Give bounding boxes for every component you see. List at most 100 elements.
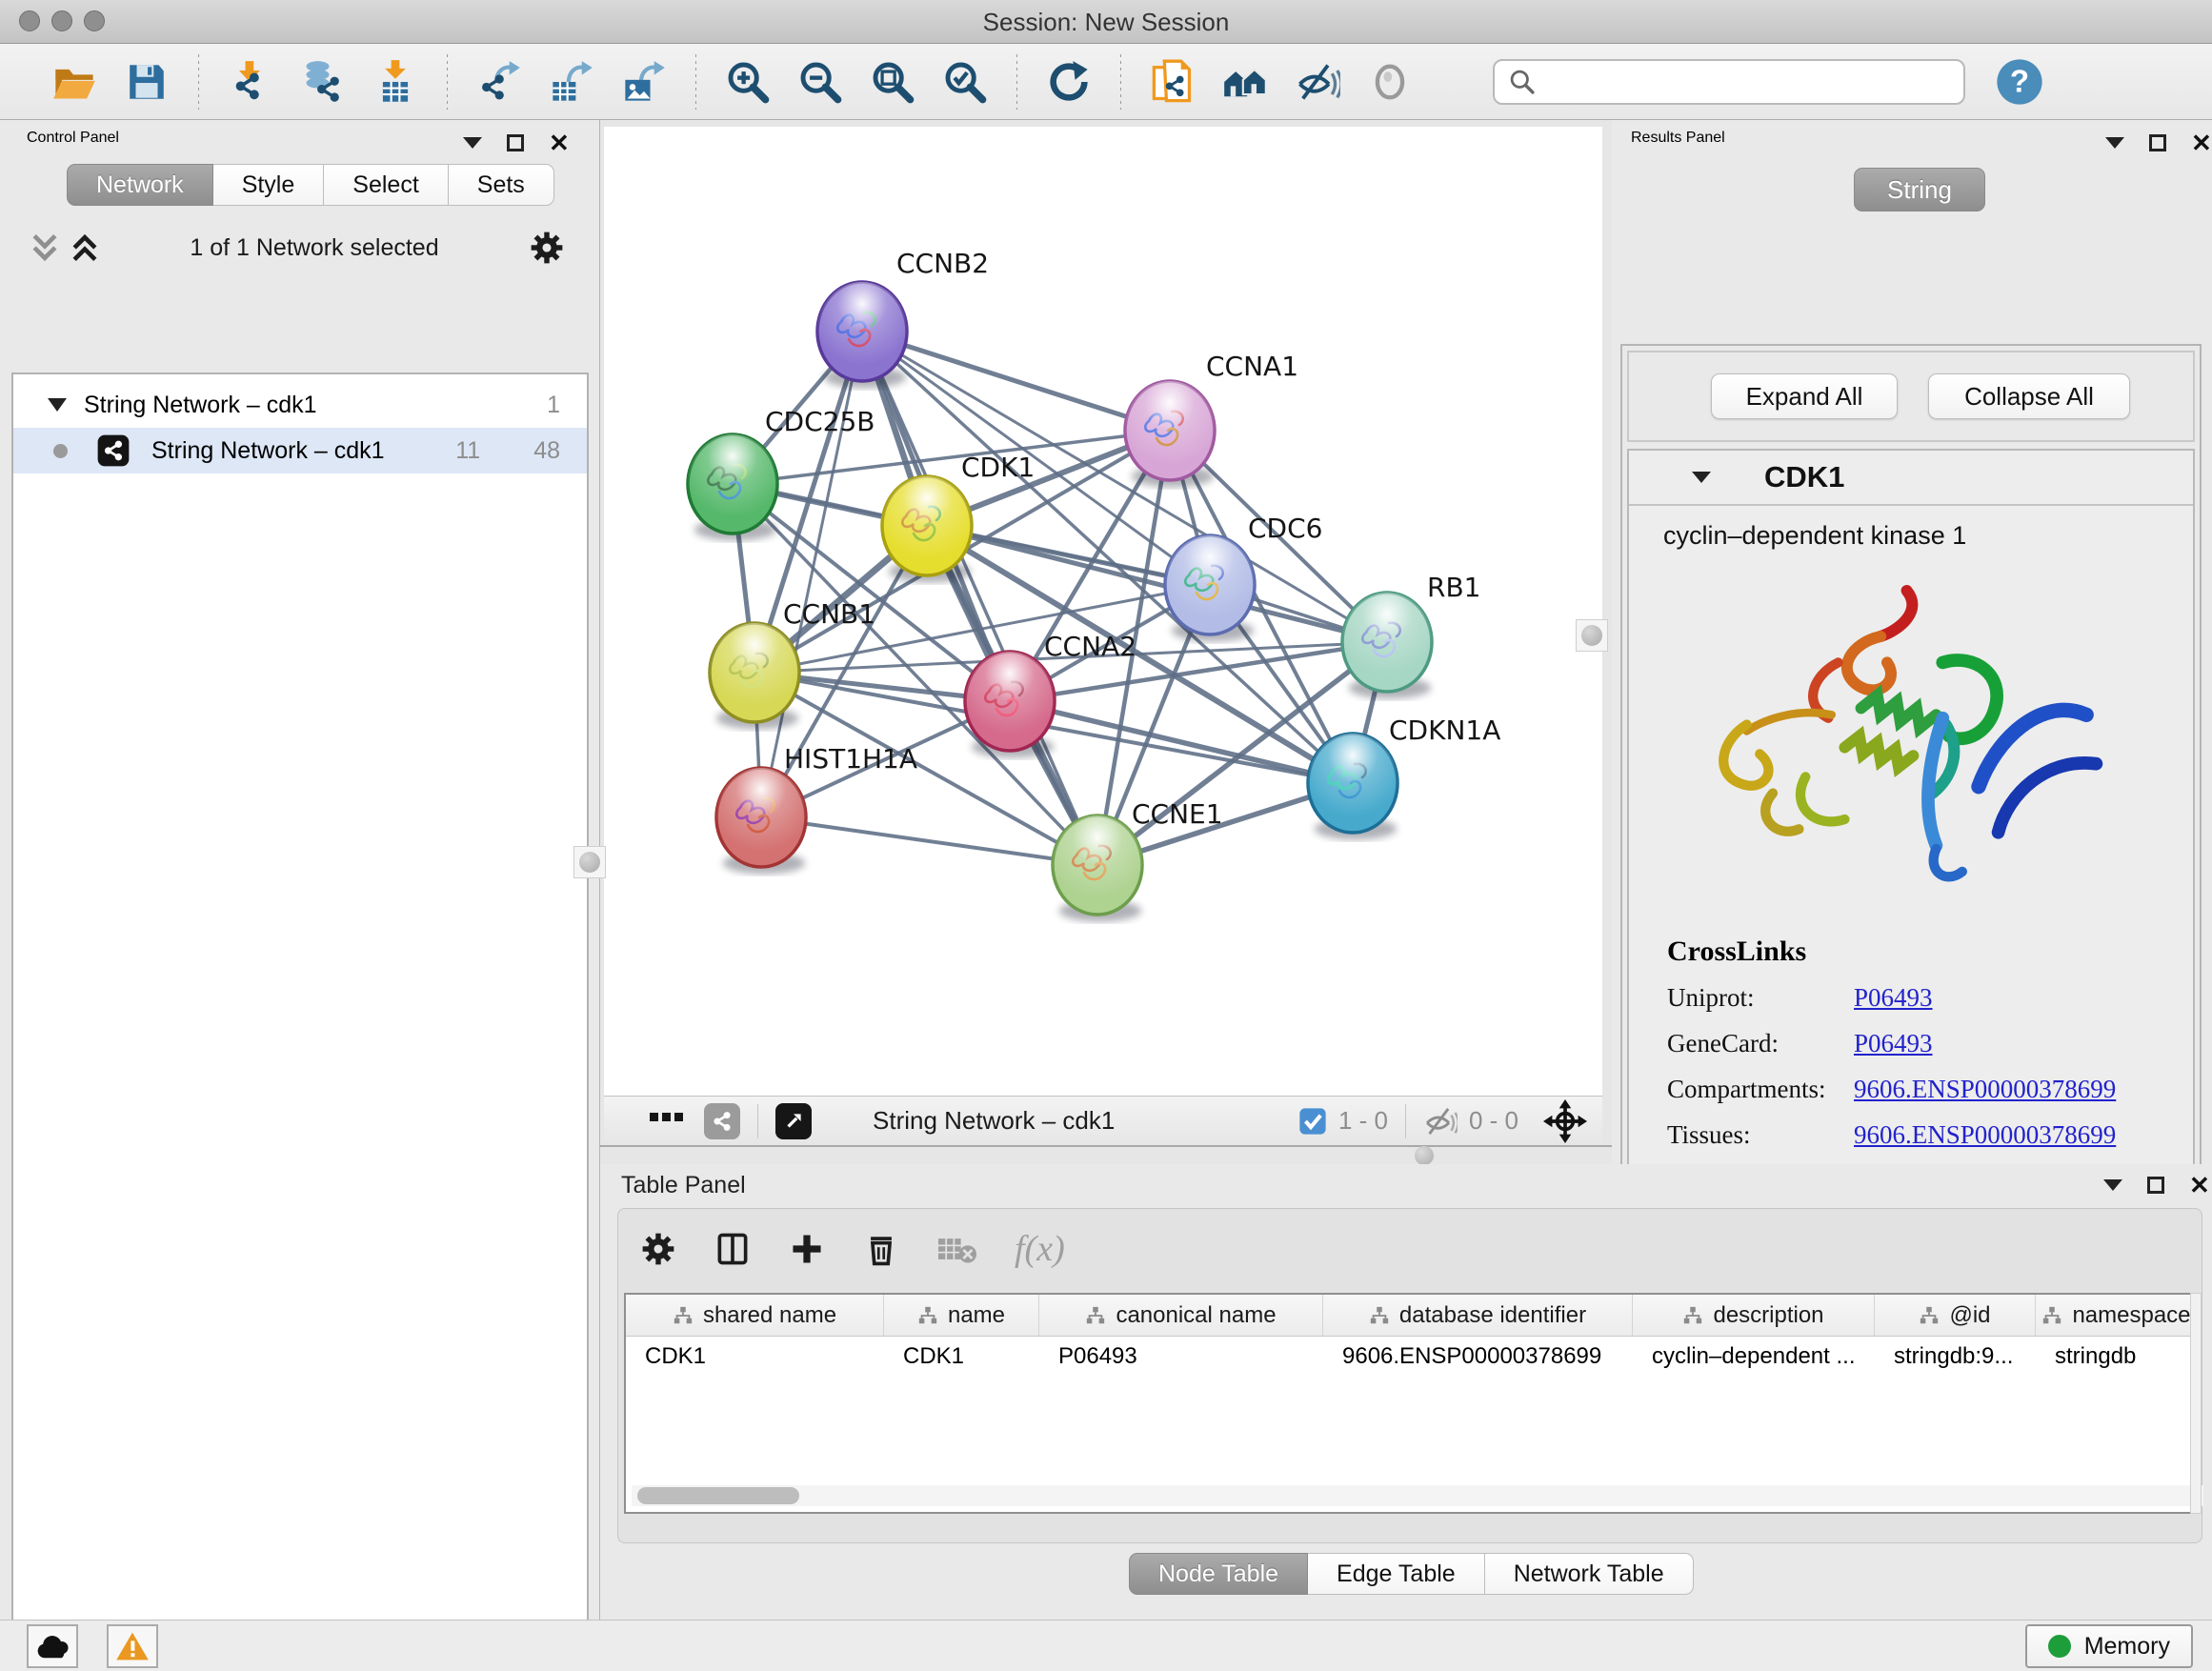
network-node-CCNB1[interactable] [710,623,799,729]
memory-button[interactable]: Memory [2025,1624,2193,1668]
column-header-description[interactable]: description [1633,1295,1875,1336]
crosslink-link[interactable]: P06493 [1854,1029,1933,1058]
table-cell[interactable]: CDK1 [884,1343,1039,1370]
divider-grab-dot[interactable] [1415,1146,1434,1165]
right-divider-handle[interactable] [1576,619,1608,652]
export-network-icon[interactable] [470,51,529,112]
zoom-fit-icon[interactable] [863,51,922,112]
gear-icon[interactable] [639,1230,677,1268]
collapse-all-button[interactable]: Collapse All [1928,373,2130,419]
table-hscrollbar[interactable] [632,1485,2203,1506]
network-node-RB1[interactable] [1342,593,1432,698]
column-header-name[interactable]: name [884,1295,1039,1336]
network-options-gear-icon[interactable] [528,229,566,267]
network-node-CDK1[interactable] [882,476,972,582]
add-column-icon[interactable] [788,1230,826,1268]
tab-network[interactable]: Network [67,164,213,206]
zoom-in-icon[interactable] [718,51,777,112]
zoom-out-icon[interactable] [791,51,850,112]
selected-checkbox-icon[interactable] [1298,1107,1327,1136]
column-header-namespace[interactable]: namespace [2036,1295,2198,1336]
tab-network-table[interactable]: Network Table [1485,1553,1694,1595]
network-edge-HIST1H1A-CCNE1[interactable] [761,817,1097,865]
table-cell[interactable]: cyclin–dependent ... [1633,1343,1875,1370]
zoom-selected-icon[interactable] [935,51,995,112]
import-database-icon[interactable] [293,51,352,112]
table-cell[interactable]: stringdb:9... [1875,1343,2036,1370]
tab-select[interactable]: Select [324,164,448,206]
birdseye-view-icon[interactable] [775,1103,812,1139]
column-header-canonical-name[interactable]: canonical name [1039,1295,1323,1336]
table-row[interactable]: CDK1CDK1P064939606.ENSP00000378699cyclin… [626,1337,2194,1377]
network-row-selected[interactable]: String Network – cdk1 11 48 [13,428,587,473]
table-cell[interactable]: stringdb [2036,1343,2198,1370]
close-panel-icon[interactable]: ✕ [549,133,570,152]
save-session-icon[interactable] [117,51,176,112]
network-node-CDKN1A[interactable] [1308,734,1398,839]
protein-card-header[interactable]: CDK1 [1629,451,2193,506]
tree-expand-icon[interactable] [48,398,67,412]
float-window-icon[interactable] [507,134,524,151]
refresh-icon[interactable] [1039,51,1098,112]
tab-edge-table[interactable]: Edge Table [1308,1553,1485,1595]
import-network-icon[interactable] [221,51,280,112]
crosslink-link[interactable]: P06493 [1854,983,1933,1013]
columns-icon[interactable] [714,1230,752,1268]
panel-menu-icon[interactable] [463,137,482,149]
grid-view-icon[interactable] [650,1113,683,1129]
window-minimize-button[interactable] [51,10,72,31]
import-table-icon[interactable] [366,51,425,112]
table-cell[interactable]: CDK1 [626,1343,884,1370]
warning-button[interactable] [107,1624,158,1668]
tab-string[interactable]: String [1854,168,1985,211]
network-node-HIST1H1A[interactable] [716,768,806,874]
open-session-icon[interactable] [45,51,104,112]
network-edge-CCNB2-CCNA1[interactable] [862,332,1170,431]
hscrollbar-thumb[interactable] [637,1487,799,1504]
hide-selected-icon[interactable] [1288,51,1347,112]
close-panel-icon[interactable]: ✕ [2189,1176,2210,1195]
help-button[interactable]: ? [1990,51,2049,112]
show-all-icon[interactable] [1216,51,1275,112]
export-table-icon[interactable] [542,51,601,112]
tab-node-table[interactable]: Node Table [1129,1553,1308,1595]
network-canvas[interactable]: CCNB2CCNA1CDC25BCDK1CDC6RB1CCNB1CCNA2CDK… [604,127,1602,1096]
table-cell[interactable]: 9606.ENSP00000378699 [1323,1343,1633,1370]
float-window-icon[interactable] [2149,134,2166,151]
network-node-CCNE1[interactable] [1053,815,1142,921]
table-vscrollbar[interactable] [2190,1293,2202,1514]
column-header-shared-name[interactable]: shared name [626,1295,884,1336]
network-node-CCNA2[interactable] [965,652,1055,757]
cloud-button[interactable] [27,1624,78,1668]
export-image-icon[interactable] [614,51,674,112]
tab-style[interactable]: Style [213,164,325,206]
close-panel-icon[interactable]: ✕ [2191,133,2212,152]
string-view-icon[interactable] [704,1103,740,1139]
column-header-database-identifier[interactable]: database identifier [1323,1295,1633,1336]
clone-network-icon[interactable] [1143,51,1202,112]
panel-menu-icon[interactable] [2105,137,2124,149]
show-eye-icon[interactable] [1360,51,1419,112]
float-window-icon[interactable] [2147,1177,2164,1194]
window-zoom-button[interactable] [84,10,105,31]
table-cell[interactable]: P06493 [1039,1343,1323,1370]
pan-crosshair-icon[interactable] [1543,1099,1587,1143]
network-node-CCNA1[interactable] [1125,381,1215,487]
delete-column-icon[interactable] [862,1230,900,1268]
expand-all-icon[interactable] [69,232,101,264]
panel-menu-icon[interactable] [2103,1179,2122,1191]
network-node-CCNB2[interactable] [817,282,907,388]
expand-all-button[interactable]: Expand All [1711,373,1898,419]
left-divider-handle[interactable] [573,846,606,878]
crosslink-link[interactable]: 9606.ENSP00000378699 [1854,1120,2116,1150]
collapse-card-icon[interactable] [1692,472,1711,483]
network-edge-CCNB2-CCNE1[interactable] [862,332,1097,865]
window-close-button[interactable] [19,10,40,31]
collapse-all-icon[interactable] [29,232,61,264]
network-node-CDC25B[interactable] [688,434,777,540]
network-collection-row[interactable]: String Network – cdk1 1 [13,382,587,428]
network-node-CDC6[interactable] [1165,535,1255,641]
crosslink-link[interactable]: 9606.ENSP00000378699 [1854,1075,2116,1104]
tab-sets[interactable]: Sets [449,164,554,206]
column-header--id[interactable]: @id [1875,1295,2036,1336]
